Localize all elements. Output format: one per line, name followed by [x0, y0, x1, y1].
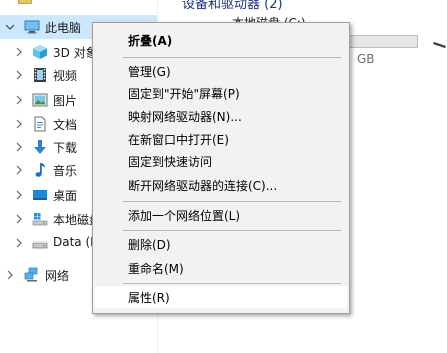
- menu-separator: [123, 283, 341, 284]
- computer-icon: [24, 19, 40, 35]
- menu-item-delete[interactable]: 删除(D): [95, 233, 347, 255]
- chevron-right-icon[interactable]: [14, 47, 24, 57]
- chevron-right-icon[interactable]: [14, 142, 24, 152]
- music-note-icon: [32, 162, 48, 178]
- chevron-right-icon[interactable]: [14, 119, 24, 129]
- context-menu: 折叠(A) 管理(G) 固定到"开始"屏幕(P) 映射网络驱动器(N)... 在…: [92, 22, 350, 314]
- menu-item-properties[interactable]: 属性(R): [95, 286, 347, 308]
- drive-usage-bar: [348, 35, 418, 48]
- cube-3d-icon: [32, 44, 48, 60]
- menu-item-collapse[interactable]: 折叠(A): [95, 29, 347, 51]
- chevron-right-icon[interactable]: [14, 165, 24, 175]
- download-arrow-icon: [32, 139, 48, 155]
- chevron-right-icon[interactable]: [14, 95, 24, 105]
- nav-label: 文档: [53, 118, 78, 132]
- nav-label: 音乐: [53, 164, 78, 178]
- group-header[interactable]: 设备和驱动器 (2): [182, 0, 283, 12]
- menu-item-manage[interactable]: 管理(G): [95, 60, 347, 82]
- folder-icon: [18, 0, 32, 4]
- nav-label: 3D 对象: [53, 46, 98, 60]
- nav-label-this-pc: 此电脑: [45, 21, 82, 35]
- menu-item-add-network-location[interactable]: 添加一个网络位置(L): [95, 204, 347, 226]
- nav-label: 视频: [53, 69, 78, 83]
- film-icon: [32, 67, 48, 83]
- desktop-icon: [32, 187, 48, 203]
- menu-separator: [123, 201, 341, 202]
- drive-icon[interactable]: [432, 38, 447, 52]
- menu-item-pin-quick-access[interactable]: 固定到快速访问: [95, 150, 347, 172]
- menu-separator: [123, 57, 341, 58]
- menu-item-disconnect-drive[interactable]: 断开网络驱动器的连接(C)...: [95, 174, 347, 196]
- menu-item-rename[interactable]: 重命名(M): [95, 257, 347, 279]
- nav-label: 下载: [53, 141, 78, 155]
- menu-item-open-new-window[interactable]: 在新窗口中打开(E): [95, 128, 347, 150]
- chevron-right-icon[interactable]: [14, 190, 24, 200]
- menu-item-pin-to-start[interactable]: 固定到"开始"屏幕(P): [95, 82, 347, 104]
- nav-label: 图片: [53, 94, 78, 108]
- drive-size-text: GB: [357, 52, 375, 66]
- menu-item-map-network-drive[interactable]: 映射网络驱动器(N)...: [95, 105, 347, 127]
- chevron-right-icon[interactable]: [14, 214, 24, 224]
- chevron-right-icon[interactable]: [5, 270, 15, 280]
- chevron-right-icon[interactable]: [14, 238, 24, 248]
- picture-icon: [32, 92, 48, 108]
- chevron-right-icon[interactable]: [14, 70, 24, 80]
- chevron-down-icon[interactable]: [5, 22, 15, 32]
- network-icon: [24, 267, 40, 283]
- drive-icon: [32, 235, 48, 251]
- menu-separator: [123, 230, 341, 231]
- nav-row-partial[interactable]: [0, 0, 158, 10]
- nav-label-network: 网络: [45, 269, 70, 283]
- windows-drive-icon: [32, 211, 48, 227]
- document-icon: [32, 116, 48, 132]
- nav-label: 桌面: [53, 189, 78, 203]
